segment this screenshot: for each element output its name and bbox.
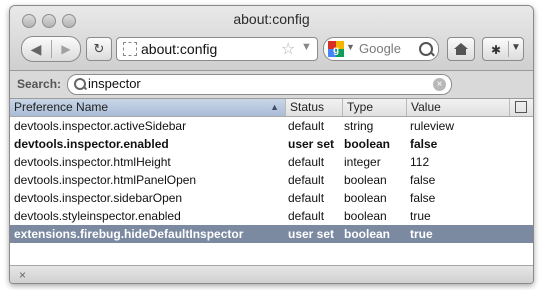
close-icon[interactable]: × [19, 268, 26, 282]
filter-label: Search: [17, 77, 62, 91]
home-icon [454, 43, 468, 55]
table-header: Preference Name ▲ Status Type Value [10, 99, 533, 117]
table-row[interactable]: devtools.inspector.sidebarOpen default b… [10, 189, 533, 207]
browser-window: about:config ◀ ▶ ↻ about:config ☆ ▼ g ▼ … [9, 5, 534, 284]
pref-value: true [410, 227, 433, 241]
pref-name: devtools.inspector.htmlPanelOpen [14, 173, 197, 187]
column-picker-icon[interactable] [515, 101, 527, 113]
google-logo-icon[interactable]: g [328, 41, 344, 57]
pref-status: default [288, 191, 325, 205]
pref-name: devtools.inspector.enabled [14, 137, 169, 151]
back-button[interactable]: ◀ [22, 37, 50, 61]
nav-buttons: ◀ ▶ [21, 36, 81, 62]
table-row[interactable]: devtools.styleinspector.enabled default … [10, 207, 533, 225]
column-label: Type [347, 100, 374, 114]
search-engine-dropdown-icon[interactable]: ▼ [346, 42, 355, 52]
column-status[interactable]: Status [286, 99, 343, 116]
back-arrow-icon: ◀ [30, 41, 42, 57]
url-bar[interactable]: about:config ☆ ▼ [116, 37, 318, 61]
column-type[interactable]: Type [343, 99, 407, 116]
preferences-table: Preference Name ▲ Status Type Value devt… [10, 98, 533, 266]
forward-button[interactable]: ▶ [52, 37, 80, 61]
pref-status: user set [288, 227, 335, 241]
url-dropdown-icon[interactable]: ▼ [301, 41, 312, 53]
table-row[interactable]: devtools.inspector.enabled user set bool… [10, 135, 533, 153]
clear-filter-icon[interactable]: × [433, 78, 446, 91]
column-label: Preference Name [14, 100, 109, 114]
bookmark-star-icon[interactable]: ☆ [281, 39, 295, 59]
filter-value: inspector [88, 76, 141, 91]
pref-value: 112 [410, 155, 430, 169]
column-preference-name[interactable]: Preference Name ▲ [10, 99, 286, 116]
title-toolbar: about:config ◀ ▶ ↻ about:config ☆ ▼ g ▼ … [10, 6, 533, 71]
firebug-icon: ✱ [491, 43, 502, 57]
search-engine-placeholder: Google [359, 41, 401, 56]
pref-value: true [410, 209, 431, 223]
config-content: Search: inspector × Preference Name ▲ St… [10, 71, 533, 283]
status-bar: × [10, 265, 533, 283]
table-row[interactable]: devtools.inspector.htmlHeight default in… [10, 153, 533, 171]
pref-type: integer [344, 155, 381, 169]
pref-type: boolean [344, 209, 387, 223]
url-text: about:config [141, 41, 218, 57]
pref-name: devtools.styleinspector.enabled [14, 209, 181, 223]
forward-arrow-icon: ▶ [61, 42, 71, 56]
pref-status: default [288, 119, 325, 133]
pref-type: boolean [344, 191, 387, 205]
addon-button[interactable]: ✱ ▼ [482, 37, 524, 61]
pref-name: extensions.firebug.hideDefaultInspector [14, 227, 244, 241]
table-row[interactable]: devtools.inspector.htmlPanelOpen default… [10, 171, 533, 189]
filter-input[interactable]: inspector × [67, 74, 452, 95]
svg-text:g: g [333, 45, 339, 56]
window-title: about:config [233, 11, 310, 27]
filter-search-icon [74, 78, 86, 90]
pref-name: devtools.inspector.sidebarOpen [14, 191, 183, 205]
sort-ascending-icon: ▲ [270, 102, 279, 112]
pref-status: default [288, 173, 325, 187]
pref-status: user set [288, 137, 335, 151]
column-label: Value [411, 100, 441, 114]
pref-type: boolean [344, 227, 391, 241]
web-search-box[interactable]: g ▼ Google [323, 37, 439, 61]
home-button[interactable] [447, 37, 475, 61]
pref-value: false [410, 191, 436, 205]
reload-button[interactable]: ↻ [86, 37, 112, 61]
filter-row: Search: inspector × [10, 71, 533, 97]
addon-divider [508, 41, 509, 57]
column-label: Status [290, 100, 325, 114]
pref-value: ruleview [410, 119, 455, 133]
pref-name: devtools.inspector.activeSidebar [14, 119, 187, 133]
search-icon[interactable] [419, 42, 433, 56]
pref-type: boolean [344, 137, 391, 151]
pref-status: default [288, 155, 325, 169]
page-favicon-icon [123, 42, 137, 56]
addon-dropdown-icon[interactable]: ▼ [511, 42, 521, 53]
pref-name: devtools.inspector.htmlHeight [14, 155, 171, 169]
table-row[interactable]: devtools.inspector.activeSidebar default… [10, 117, 533, 135]
pref-type: boolean [344, 173, 387, 187]
column-value[interactable]: Value [407, 99, 510, 116]
pref-type: string [344, 119, 374, 133]
table-body: devtools.inspector.activeSidebar default… [10, 117, 533, 243]
reload-icon: ↻ [93, 41, 105, 56]
pref-status: default [288, 209, 325, 223]
table-row-selected[interactable]: extensions.firebug.hideDefaultInspector … [10, 225, 533, 243]
pref-value: false [410, 137, 438, 151]
pref-value: false [410, 173, 436, 187]
